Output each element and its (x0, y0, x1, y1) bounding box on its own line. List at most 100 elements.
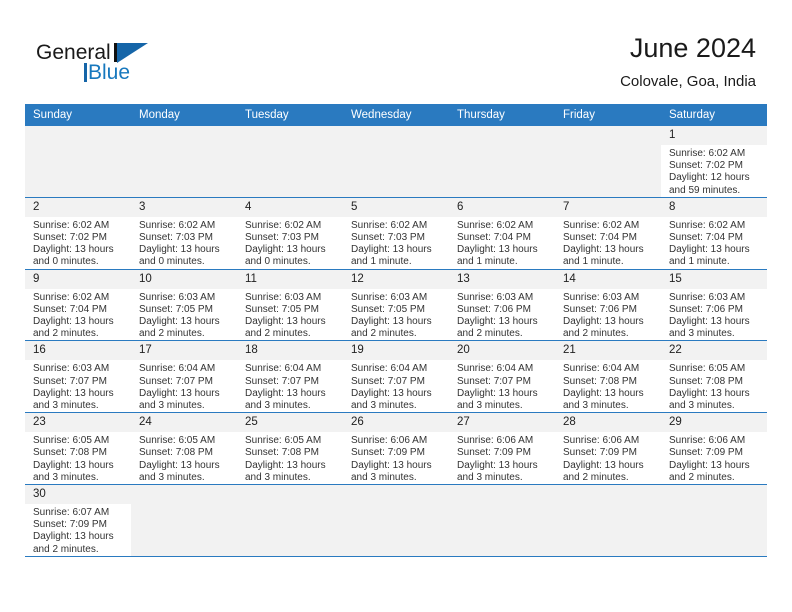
calendar-day-cell[interactable]: 3 Sunrise: 6:02 AM Sunset: 7:03 PM Daylight… (131, 197, 237, 270)
weekday-header-tuesday: Tuesday (237, 104, 343, 126)
empty-cell-inner (555, 485, 661, 556)
calendar-day-cell[interactable]: 19 Sunrise: 6:04 AM Sunset: 7:07 PM Dayligh… (343, 340, 449, 414)
sunset-text: Sunset: 7:08 PM (33, 447, 107, 459)
day-details: Sunrise: 6:03 AM Sunset: 7:06 PM Daylight:… (661, 289, 767, 341)
sunrise-text: Sunrise: 6:04 AM (563, 363, 640, 375)
title-block: June 2024 Colovale, Goa, India (620, 32, 756, 92)
logo-text-blue: Blue (88, 61, 131, 84)
calendar-day-cell[interactable]: 29 Sunrise: 6:06 AM Sunset: 7:09 PM Dayligh… (661, 412, 767, 486)
calendar-day-cell[interactable]: 30 Sunrise: 6:07 AM Sunset: 7:09 PM Dayligh… (25, 484, 131, 557)
calendar-week-row: 9 Sunrise: 6:02 AM Sunset: 7:04 PM Daylight… (25, 269, 767, 342)
daylight-text: Daylight: 13 hours and 2 minutes. (33, 531, 114, 555)
calendar-day-cell[interactable]: 12 Sunrise: 6:03 AM Sunset: 7:05 PM Dayligh… (343, 269, 449, 342)
sunset-text: Sunset: 7:07 PM (245, 375, 319, 387)
day-number: 27 (449, 413, 555, 433)
sunset-text: Sunset: 7:09 PM (33, 519, 107, 531)
sunrise-text: Sunrise: 6:04 AM (351, 363, 428, 375)
sunrise-text: Sunrise: 6:02 AM (139, 219, 216, 231)
day-cell-inner: 17 Sunrise: 6:04 AM Sunset: 7:07 PM Dayligh… (131, 341, 237, 412)
calendar-day-cell[interactable]: 1 Sunrise: 6:02 AM Sunset: 7:02 PM Daylight… (661, 126, 767, 198)
daylight-text: Daylight: 13 hours and 1 minute. (457, 244, 538, 268)
day-number: 5 (343, 197, 449, 217)
day-number: 11 (237, 269, 343, 289)
sunset-text: Sunset: 7:09 PM (351, 447, 425, 459)
weekday-header-saturday: Saturday (661, 104, 767, 126)
day-number: 4 (237, 197, 343, 217)
sunset-text: Sunset: 7:08 PM (563, 375, 637, 387)
calendar-day-cell[interactable]: 25 Sunrise: 6:05 AM Sunset: 7:08 PM Dayligh… (237, 412, 343, 486)
sunset-text: Sunset: 7:07 PM (457, 375, 531, 387)
sunrise-text: Sunrise: 6:06 AM (351, 435, 428, 447)
calendar-day-cell[interactable]: 6 Sunrise: 6:02 AM Sunset: 7:04 PM Daylight… (449, 197, 555, 270)
sunrise-text: Sunrise: 6:05 AM (669, 363, 746, 375)
empty-cell-inner (555, 126, 661, 197)
calendar-day-cell[interactable]: 17 Sunrise: 6:04 AM Sunset: 7:07 PM Dayligh… (131, 340, 237, 414)
sunset-text: Sunset: 7:05 PM (139, 303, 213, 315)
daylight-text: Daylight: 13 hours and 3 minutes. (669, 316, 750, 340)
day-cell-inner: 6 Sunrise: 6:02 AM Sunset: 7:04 PM Daylight… (449, 197, 555, 269)
calendar-day-cell[interactable]: 28 Sunrise: 6:06 AM Sunset: 7:09 PM Dayligh… (555, 412, 661, 486)
calendar-week-row: 30 Sunrise: 6:07 AM Sunset: 7:09 PM Dayligh… (25, 484, 767, 557)
day-details: Sunrise: 6:02 AM Sunset: 7:04 PM Daylight:… (449, 217, 555, 269)
day-details: Sunrise: 6:06 AM Sunset: 7:09 PM Daylight:… (343, 432, 449, 484)
sunrise-text: Sunrise: 6:05 AM (245, 435, 322, 447)
calendar-day-cell[interactable]: 2 Sunrise: 6:02 AM Sunset: 7:02 PM Daylight… (25, 197, 131, 270)
daylight-text: Daylight: 13 hours and 2 minutes. (457, 316, 538, 340)
calendar-day-cell[interactable]: 4 Sunrise: 6:02 AM Sunset: 7:03 PM Daylight… (237, 197, 343, 270)
day-cell-inner: 29 Sunrise: 6:06 AM Sunset: 7:09 PM Dayligh… (661, 413, 767, 484)
day-cell-inner: 4 Sunrise: 6:02 AM Sunset: 7:03 PM Daylight… (237, 197, 343, 269)
calendar-day-cell[interactable]: 8 Sunrise: 6:02 AM Sunset: 7:04 PM Daylight… (661, 197, 767, 270)
calendar-day-cell[interactable]: 13 Sunrise: 6:03 AM Sunset: 7:06 PM Dayligh… (449, 269, 555, 342)
day-details: Sunrise: 6:02 AM Sunset: 7:04 PM Daylight:… (661, 217, 767, 269)
calendar-day-cell[interactable]: 14 Sunrise: 6:03 AM Sunset: 7:06 PM Dayligh… (555, 269, 661, 342)
sunrise-text: Sunrise: 6:06 AM (669, 435, 746, 447)
calendar-day-cell-empty (343, 484, 449, 557)
calendar-day-cell[interactable]: 20 Sunrise: 6:04 AM Sunset: 7:07 PM Dayligh… (449, 340, 555, 414)
sunrise-text: Sunrise: 6:06 AM (457, 435, 534, 447)
calendar-day-cell[interactable]: 10 Sunrise: 6:03 AM Sunset: 7:05 PM Dayligh… (131, 269, 237, 342)
day-cell-inner: 27 Sunrise: 6:06 AM Sunset: 7:09 PM Dayligh… (449, 413, 555, 484)
day-cell-inner: 16 Sunrise: 6:03 AM Sunset: 7:07 PM Dayligh… (25, 341, 131, 412)
day-cell-inner: 24 Sunrise: 6:05 AM Sunset: 7:08 PM Dayligh… (131, 413, 237, 484)
calendar-day-cell[interactable]: 23 Sunrise: 6:05 AM Sunset: 7:08 PM Dayligh… (25, 412, 131, 486)
daylight-text: Daylight: 13 hours and 2 minutes. (563, 316, 644, 340)
logo-accent-bar-icon (84, 63, 87, 82)
daylight-text: Daylight: 13 hours and 0 minutes. (139, 244, 220, 268)
calendar-day-cell[interactable]: 5 Sunrise: 6:02 AM Sunset: 7:03 PM Daylight… (343, 197, 449, 270)
sunset-text: Sunset: 7:07 PM (139, 375, 213, 387)
daylight-text: Daylight: 13 hours and 3 minutes. (563, 387, 644, 412)
weekday-header-wednesday: Wednesday (343, 104, 449, 126)
calendar-week-row: 23 Sunrise: 6:05 AM Sunset: 7:08 PM Dayligh… (25, 412, 767, 486)
daylight-text: Daylight: 13 hours and 3 minutes. (139, 387, 220, 412)
calendar-day-cell[interactable]: 7 Sunrise: 6:02 AM Sunset: 7:04 PM Daylight… (555, 197, 661, 270)
calendar-day-cell[interactable]: 15 Sunrise: 6:03 AM Sunset: 7:06 PM Dayligh… (661, 269, 767, 342)
sunset-text: Sunset: 7:05 PM (351, 303, 425, 315)
day-number: 13 (449, 269, 555, 289)
daylight-text: Daylight: 12 hours and 59 minutes. (669, 172, 750, 196)
daylight-text: Daylight: 13 hours and 1 minute. (669, 244, 750, 268)
day-number: 12 (343, 269, 449, 289)
calendar-day-cell[interactable]: 9 Sunrise: 6:02 AM Sunset: 7:04 PM Daylight… (25, 269, 131, 342)
calendar-day-cell[interactable]: 16 Sunrise: 6:03 AM Sunset: 7:07 PM Dayligh… (25, 340, 131, 414)
day-number: 6 (449, 197, 555, 217)
sunset-text: Sunset: 7:04 PM (669, 232, 743, 244)
calendar-day-cell[interactable]: 21 Sunrise: 6:04 AM Sunset: 7:08 PM Dayligh… (555, 340, 661, 414)
sunrise-sunset-calendar: Sunday Monday Tuesday Wednesday Thursday… (25, 104, 767, 557)
calendar-day-cell[interactable]: 27 Sunrise: 6:06 AM Sunset: 7:09 PM Dayligh… (449, 412, 555, 486)
calendar-day-cell[interactable]: 26 Sunrise: 6:06 AM Sunset: 7:09 PM Dayligh… (343, 412, 449, 486)
daylight-text: Daylight: 13 hours and 2 minutes. (351, 316, 432, 340)
general-blue-logo[interactable]: General Blue (36, 41, 256, 89)
day-details: Sunrise: 6:07 AM Sunset: 7:09 PM Daylight:… (25, 504, 131, 556)
day-number: 26 (343, 413, 449, 433)
daylight-text: Daylight: 13 hours and 3 minutes. (245, 387, 326, 412)
daylight-text: Daylight: 13 hours and 3 minutes. (245, 459, 326, 483)
calendar-day-cell[interactable]: 24 Sunrise: 6:05 AM Sunset: 7:08 PM Dayligh… (131, 412, 237, 486)
sunrise-text: Sunrise: 6:07 AM (33, 507, 110, 519)
calendar-day-cell[interactable]: 18 Sunrise: 6:04 AM Sunset: 7:07 PM Dayligh… (237, 340, 343, 414)
calendar-day-cell-empty (555, 484, 661, 557)
day-details: Sunrise: 6:04 AM Sunset: 7:07 PM Daylight:… (343, 360, 449, 412)
calendar-day-cell[interactable]: 22 Sunrise: 6:05 AM Sunset: 7:08 PM Dayligh… (661, 340, 767, 414)
calendar-day-cell[interactable]: 11 Sunrise: 6:03 AM Sunset: 7:05 PM Dayligh… (237, 269, 343, 342)
day-cell-inner: 18 Sunrise: 6:04 AM Sunset: 7:07 PM Dayligh… (237, 341, 343, 412)
day-details: Sunrise: 6:02 AM Sunset: 7:04 PM Daylight:… (555, 217, 661, 269)
